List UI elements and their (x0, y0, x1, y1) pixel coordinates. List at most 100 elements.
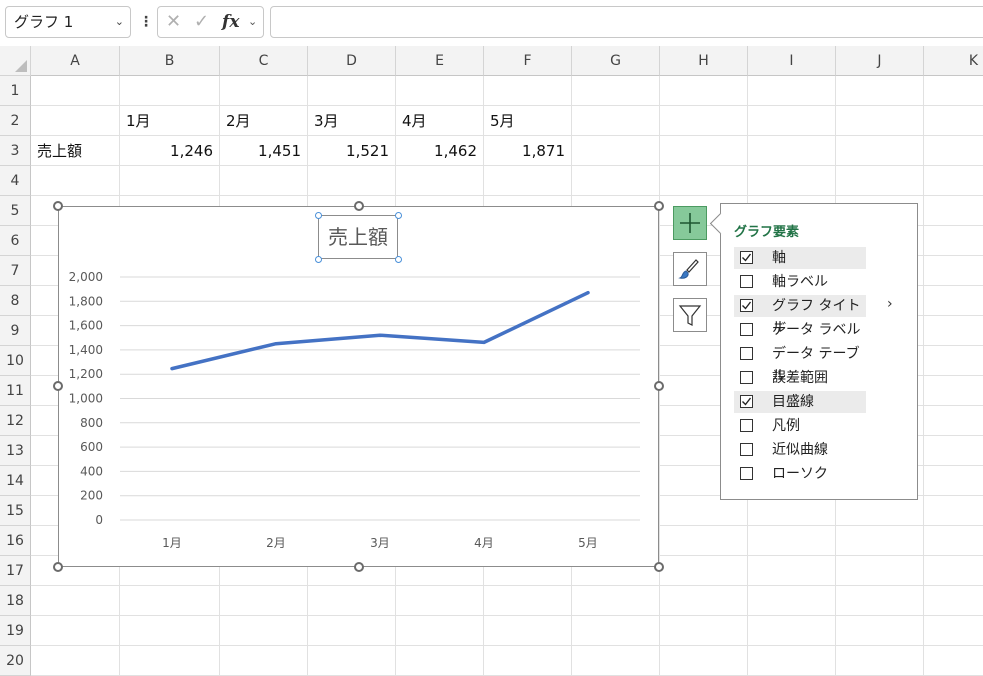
chart-element-item[interactable]: 軸ラベル (734, 271, 866, 293)
resize-handle-t[interactable] (354, 201, 364, 211)
cell-c3[interactable]: 1,451 (220, 136, 308, 166)
cell-k11[interactable] (924, 376, 983, 406)
row-header-17[interactable]: 17 (0, 556, 31, 586)
cell-f2[interactable]: 5月 (484, 106, 572, 136)
row-header-10[interactable]: 10 (0, 346, 31, 376)
cell-h3[interactable] (660, 136, 748, 166)
data-point[interactable] (586, 291, 590, 295)
checkbox[interactable] (740, 419, 753, 432)
cell-k3[interactable] (924, 136, 983, 166)
chart-element-item[interactable]: 軸 (734, 247, 866, 269)
cell-i19[interactable] (748, 616, 836, 646)
cell-k1[interactable] (924, 76, 983, 106)
cell-d3[interactable]: 1,521 (308, 136, 396, 166)
cell-h2[interactable] (660, 106, 748, 136)
cell-k4[interactable] (924, 166, 983, 196)
chart-filters-button[interactable] (673, 298, 707, 332)
cell-i15[interactable] (748, 496, 836, 526)
column-header-k[interactable]: K (924, 46, 983, 76)
cell-a19[interactable] (31, 616, 120, 646)
row-header-8[interactable]: 8 (0, 286, 31, 316)
row-header-6[interactable]: 6 (0, 226, 31, 256)
cell-c1[interactable] (220, 76, 308, 106)
cell-h20[interactable] (660, 646, 748, 676)
cell-g1[interactable] (572, 76, 660, 106)
cell-k15[interactable] (924, 496, 983, 526)
cell-a4[interactable] (31, 166, 120, 196)
row-header-1[interactable]: 1 (0, 76, 31, 106)
cell-h18[interactable] (660, 586, 748, 616)
name-box[interactable]: グラフ 1 ⌄ (5, 6, 131, 38)
cell-a2[interactable] (31, 106, 120, 136)
row-header-13[interactable]: 13 (0, 436, 31, 466)
cell-k20[interactable] (924, 646, 983, 676)
column-header-a[interactable]: A (31, 46, 120, 76)
chart-element-item[interactable]: 目盛線 (734, 391, 866, 413)
select-all-button[interactable] (0, 46, 31, 76)
formula-input[interactable] (270, 6, 983, 38)
row-header-11[interactable]: 11 (0, 376, 31, 406)
resize-handle-bl[interactable] (53, 562, 63, 572)
cell-c18[interactable] (220, 586, 308, 616)
row-header-7[interactable]: 7 (0, 256, 31, 286)
cell-k5[interactable] (924, 196, 983, 226)
cell-d1[interactable] (308, 76, 396, 106)
cell-i16[interactable] (748, 526, 836, 556)
cell-j18[interactable] (836, 586, 924, 616)
checkbox[interactable] (740, 443, 753, 456)
cell-j16[interactable] (836, 526, 924, 556)
column-header-b[interactable]: B (120, 46, 220, 76)
x-icon[interactable]: ✕ (166, 7, 181, 37)
title-handle-br[interactable] (395, 256, 402, 263)
checkbox[interactable] (740, 395, 753, 408)
cell-j17[interactable] (836, 556, 924, 586)
row-header-19[interactable]: 19 (0, 616, 31, 646)
checkbox[interactable] (740, 251, 753, 264)
cell-b4[interactable] (120, 166, 220, 196)
row-header-12[interactable]: 12 (0, 406, 31, 436)
cell-a20[interactable] (31, 646, 120, 676)
cell-c19[interactable] (220, 616, 308, 646)
column-header-c[interactable]: C (220, 46, 308, 76)
cell-b1[interactable] (120, 76, 220, 106)
resize-handle-tr[interactable] (654, 201, 664, 211)
column-header-e[interactable]: E (396, 46, 484, 76)
cell-k16[interactable] (924, 526, 983, 556)
cell-h15[interactable] (660, 496, 748, 526)
chart-element-item[interactable]: データ ラベル (734, 319, 866, 341)
chevron-right-icon[interactable]: › (887, 296, 893, 312)
cell-d20[interactable] (308, 646, 396, 676)
cell-k9[interactable] (924, 316, 983, 346)
cell-j1[interactable] (836, 76, 924, 106)
cell-i1[interactable] (748, 76, 836, 106)
cell-d18[interactable] (308, 586, 396, 616)
checkbox[interactable] (740, 299, 753, 312)
row-header-2[interactable]: 2 (0, 106, 31, 136)
cell-e2[interactable]: 4月 (396, 106, 484, 136)
title-handle-tr[interactable] (395, 212, 402, 219)
cell-k17[interactable] (924, 556, 983, 586)
cell-g3[interactable] (572, 136, 660, 166)
data-point[interactable] (274, 342, 278, 346)
cell-e18[interactable] (396, 586, 484, 616)
series-line[interactable] (170, 290, 590, 371)
checkbox[interactable] (740, 275, 753, 288)
cell-c2[interactable]: 2月 (220, 106, 308, 136)
cell-f20[interactable] (484, 646, 572, 676)
cell-g4[interactable] (572, 166, 660, 196)
row-header-5[interactable]: 5 (0, 196, 31, 226)
resize-handle-b[interactable] (354, 562, 364, 572)
cell-i18[interactable] (748, 586, 836, 616)
checkbox[interactable] (740, 347, 753, 360)
row-header-18[interactable]: 18 (0, 586, 31, 616)
cell-f18[interactable] (484, 586, 572, 616)
cell-a1[interactable] (31, 76, 120, 106)
cell-k2[interactable] (924, 106, 983, 136)
cell-h17[interactable] (660, 556, 748, 586)
cell-e20[interactable] (396, 646, 484, 676)
cell-k7[interactable] (924, 256, 983, 286)
column-header-f[interactable]: F (484, 46, 572, 76)
cell-g18[interactable] (572, 586, 660, 616)
column-header-g[interactable]: G (572, 46, 660, 76)
cell-j4[interactable] (836, 166, 924, 196)
